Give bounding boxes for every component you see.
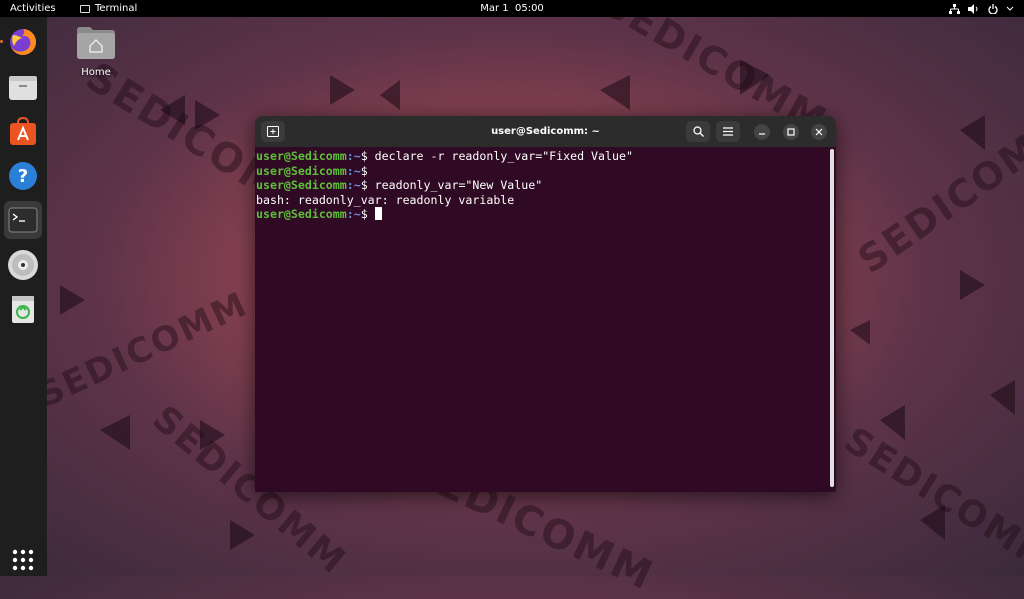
prompt-user: user@Sedicomm bbox=[256, 207, 347, 221]
menu-button[interactable] bbox=[716, 121, 740, 142]
dock-item-files[interactable] bbox=[4, 68, 42, 106]
terminal-line: user@Sedicomm:~$ bbox=[256, 207, 826, 222]
files-icon bbox=[9, 76, 37, 100]
error-output: bash: readonly_var: readonly variable bbox=[256, 192, 515, 207]
prompt-path: :~ bbox=[346, 149, 361, 163]
search-icon bbox=[692, 126, 704, 137]
command-text: $ bbox=[360, 163, 368, 178]
new-tab-icon bbox=[267, 126, 279, 137]
top-bar: Activities Terminal Mar 1 05:00 bbox=[0, 0, 1024, 17]
dock-item-terminal[interactable] bbox=[4, 201, 42, 239]
home-label: Home bbox=[81, 67, 111, 78]
close-icon bbox=[815, 128, 823, 136]
search-button[interactable] bbox=[686, 121, 710, 142]
prompt-user: user@Sedicomm bbox=[256, 178, 347, 192]
command-text: $ declare -r readonly_var="Fixed Value" bbox=[360, 149, 633, 163]
maximize-button[interactable] bbox=[783, 124, 799, 140]
terminal-line: user@Sedicomm:~$ readonly_var="New Value… bbox=[256, 178, 826, 193]
disc-icon bbox=[8, 250, 38, 280]
terminal-icon bbox=[8, 207, 38, 233]
software-icon bbox=[10, 117, 36, 145]
text-cursor bbox=[374, 207, 382, 220]
command-text: $ bbox=[360, 207, 375, 221]
clock-container: Mar 1 05:00 bbox=[0, 0, 1024, 17]
terminal-line: bash: readonly_var: readonly variable bbox=[256, 193, 826, 208]
new-tab-button[interactable] bbox=[261, 121, 285, 142]
close-button[interactable] bbox=[811, 124, 827, 140]
minimize-icon bbox=[759, 133, 765, 135]
prompt-user: user@Sedicomm bbox=[256, 149, 347, 163]
system-tray[interactable] bbox=[949, 0, 1014, 17]
terminal-line: user@Sedicomm:~$ declare -r readonly_var… bbox=[256, 149, 826, 164]
minimize-button[interactable] bbox=[754, 124, 770, 140]
terminal-icon bbox=[80, 4, 90, 13]
prompt-user: user@Sedicomm bbox=[256, 163, 347, 178]
terminal-output[interactable]: user@Sedicomm:~$ declare -r readonly_var… bbox=[255, 147, 826, 492]
terminal-line: user@Sedicomm:~$ bbox=[256, 164, 826, 179]
prompt-path: :~ bbox=[346, 178, 361, 192]
terminal-window[interactable]: user@Sedicomm: ~ user@Sedicomm:~$ declar… bbox=[255, 116, 836, 492]
running-indicator bbox=[0, 40, 3, 43]
terminal-scrollbar[interactable] bbox=[830, 149, 834, 487]
chevron-down-icon bbox=[1006, 6, 1014, 11]
app-menu[interactable]: Terminal bbox=[80, 0, 137, 17]
dock-item-firefox[interactable] bbox=[4, 23, 42, 61]
trash-icon bbox=[12, 296, 34, 323]
network-icon bbox=[949, 3, 960, 14]
terminal-headerbar[interactable]: user@Sedicomm: ~ bbox=[255, 116, 836, 147]
help-icon: ? bbox=[9, 162, 37, 190]
dock: ? bbox=[0, 17, 47, 576]
prompt-path: :~ bbox=[346, 207, 361, 221]
app-grid-icon bbox=[12, 549, 34, 571]
dock-item-show-apps[interactable] bbox=[4, 541, 42, 579]
window-title: user@Sedicomm: ~ bbox=[491, 126, 600, 137]
prompt-path: :~ bbox=[346, 163, 361, 178]
power-icon bbox=[988, 3, 998, 14]
command-text: $ readonly_var="New Value" bbox=[360, 178, 543, 192]
dock-item-trash[interactable] bbox=[4, 290, 42, 328]
maximize-icon bbox=[787, 128, 795, 136]
home-folder-icon bbox=[77, 27, 115, 59]
dock-item-help[interactable]: ? bbox=[4, 157, 42, 195]
volume-icon bbox=[968, 3, 978, 14]
hamburger-menu-icon bbox=[723, 127, 733, 136]
clock[interactable]: Mar 1 05:00 bbox=[480, 3, 544, 14]
firefox-icon bbox=[10, 29, 36, 55]
app-menu-label: Terminal bbox=[95, 3, 138, 14]
svg-text:?: ? bbox=[18, 166, 28, 187]
desktop-home-icon[interactable]: Home bbox=[72, 24, 120, 78]
dock-item-disc[interactable] bbox=[4, 246, 42, 284]
activities-button[interactable]: Activities bbox=[10, 0, 56, 17]
dock-item-software[interactable] bbox=[4, 113, 42, 151]
